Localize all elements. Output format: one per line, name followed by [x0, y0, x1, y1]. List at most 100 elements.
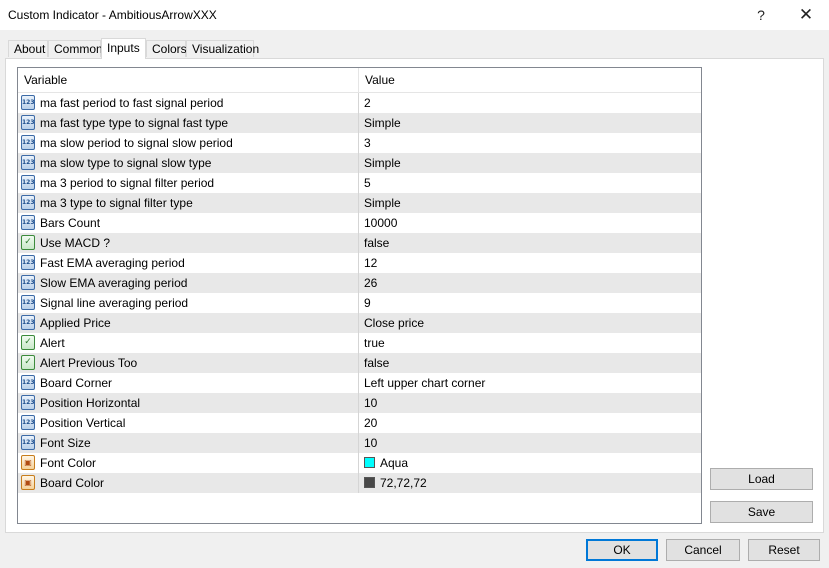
value-cell[interactable]: 10 [359, 393, 701, 413]
numeric-icon: 123 [21, 255, 35, 270]
variable-cell[interactable]: 123 Bars Count [18, 213, 359, 233]
value-cell[interactable]: Left upper chart corner [359, 373, 701, 393]
value-cell[interactable]: Simple [359, 193, 701, 213]
numeric-icon: 123 [21, 95, 35, 110]
load-button[interactable]: Load [710, 468, 813, 490]
table-row[interactable]: 123 Board Corner Left upper chart corner [18, 373, 701, 393]
table-row[interactable]: ✓ Alert Previous Too false [18, 353, 701, 373]
value-cell[interactable]: 3 [359, 133, 701, 153]
numeric-icon: 123 [21, 135, 35, 150]
variable-cell[interactable]: 123 Applied Price [18, 313, 359, 333]
value-cell[interactable]: 2 [359, 93, 701, 113]
variable-label: ma slow period to signal slow period [40, 136, 233, 150]
ok-button[interactable]: OK [586, 539, 658, 561]
table-row[interactable]: 123 Font Size 10 [18, 433, 701, 453]
close-button[interactable]: ✕ [791, 4, 821, 26]
value-text: Simple [364, 116, 401, 130]
table-row[interactable]: 123 Slow EMA averaging period 26 [18, 273, 701, 293]
reset-button[interactable]: Reset [748, 539, 820, 561]
table-row[interactable]: 123 ma slow type to signal slow type Simpl… [18, 153, 701, 173]
variable-cell[interactable]: 123 Board Corner [18, 373, 359, 393]
variable-cell[interactable]: 123 ma fast type type to signal fast type [18, 113, 359, 133]
variable-cell[interactable]: ✓ Alert Previous Too [18, 353, 359, 373]
table-row[interactable]: 123 ma 3 type to signal filter type Simple [18, 193, 701, 213]
value-cell[interactable]: true [359, 333, 701, 353]
variable-cell[interactable]: ▣ Font Color [18, 453, 359, 473]
color-icon: ▣ [21, 455, 35, 470]
numeric-icon: 123 [21, 375, 35, 390]
variable-cell[interactable]: 123 Fast EMA averaging period [18, 253, 359, 273]
table-row[interactable]: 123 ma slow period to signal slow period 3 [18, 133, 701, 153]
tab-inputs[interactable]: Inputs [101, 38, 146, 59]
numeric-icon: 123 [21, 435, 35, 450]
value-cell[interactable]: 12 [359, 253, 701, 273]
table-row[interactable]: 123 ma fast type type to signal fast type… [18, 113, 701, 133]
tab-visualization[interactable]: Visualization [186, 40, 259, 57]
value-cell[interactable]: Close price [359, 313, 701, 333]
color-swatch [364, 477, 375, 488]
variable-cell[interactable]: ✓ Use MACD ? [18, 233, 359, 253]
variable-cell[interactable]: 123 Position Vertical [18, 413, 359, 433]
variable-cell[interactable]: 123 ma 3 type to signal filter type [18, 193, 359, 213]
tab-common[interactable]: Common [48, 40, 103, 57]
variable-cell[interactable]: 123 Font Size [18, 433, 359, 453]
value-cell[interactable]: 26 [359, 273, 701, 293]
table-row[interactable]: 123 Position Vertical 20 [18, 413, 701, 433]
value-cell[interactable]: false [359, 233, 701, 253]
value-cell[interactable]: 5 [359, 173, 701, 193]
variable-label: ma 3 type to signal filter type [40, 196, 193, 210]
column-header-variable[interactable]: Variable [18, 68, 67, 92]
value-cell[interactable]: Aqua [359, 453, 701, 473]
value-text: false [364, 236, 390, 250]
save-button[interactable]: Save [710, 501, 813, 523]
variable-label: ma fast period to fast signal period [40, 96, 224, 110]
variable-label: Alert [40, 336, 65, 350]
variable-label: Applied Price [40, 316, 111, 330]
value-cell[interactable]: 10000 [359, 213, 701, 233]
variable-cell[interactable]: 123 Slow EMA averaging period [18, 273, 359, 293]
tab-colors[interactable]: Colors [146, 40, 187, 57]
numeric-icon: 123 [21, 395, 35, 410]
table-row[interactable]: 123 Applied Price Close price [18, 313, 701, 333]
variable-cell[interactable]: 123 Position Horizontal [18, 393, 359, 413]
table-row[interactable]: 123 Position Horizontal 10 [18, 393, 701, 413]
numeric-icon: 123 [21, 315, 35, 330]
column-header-value[interactable]: Value [359, 68, 395, 92]
value-cell[interactable]: 72,72,72 [359, 473, 701, 493]
help-button[interactable]: ? [746, 4, 776, 26]
value-cell[interactable]: 10 [359, 433, 701, 453]
variable-label: ma fast type type to signal fast type [40, 116, 229, 130]
variable-cell[interactable]: ▣ Board Color [18, 473, 359, 493]
value-cell[interactable]: 9 [359, 293, 701, 313]
variable-cell[interactable]: 123 ma slow period to signal slow period [18, 133, 359, 153]
value-cell[interactable]: 20 [359, 413, 701, 433]
value-text: 10000 [364, 216, 398, 230]
variable-cell[interactable]: 123 ma fast period to fast signal period [18, 93, 359, 113]
numeric-icon: 123 [21, 295, 35, 310]
variable-label: Alert Previous Too [40, 356, 138, 370]
table-row[interactable]: 123 ma fast period to fast signal period 2 [18, 93, 701, 113]
value-text: 10 [364, 396, 378, 410]
table-row[interactable]: 123 Signal line averaging period 9 [18, 293, 701, 313]
variable-cell[interactable]: 123 ma 3 period to signal filter period [18, 173, 359, 193]
variable-cell[interactable]: 123 Signal line averaging period [18, 293, 359, 313]
window-title: Custom Indicator - AmbitiousArrowXXX [8, 8, 217, 22]
table-row[interactable]: ✓ Use MACD ? false [18, 233, 701, 253]
value-cell[interactable]: false [359, 353, 701, 373]
table-row[interactable]: 123 ma 3 period to signal filter period 5 [18, 173, 701, 193]
variable-cell[interactable]: 123 ma slow type to signal slow type [18, 153, 359, 173]
table-row[interactable]: ▣ Font Color Aqua [18, 453, 701, 473]
value-cell[interactable]: Simple [359, 153, 701, 173]
variable-label: Board Color [40, 476, 105, 490]
variable-label: ma 3 period to signal filter period [40, 176, 215, 190]
table-row[interactable]: 123 Bars Count 10000 [18, 213, 701, 233]
table-row[interactable]: ▣ Board Color 72,72,72 [18, 473, 701, 493]
tab-about[interactable]: About [8, 40, 48, 57]
numeric-icon: 123 [21, 155, 35, 170]
variable-label: Position Vertical [40, 416, 126, 430]
table-row[interactable]: 123 Fast EMA averaging period 12 [18, 253, 701, 273]
cancel-button[interactable]: Cancel [666, 539, 740, 561]
variable-cell[interactable]: ✓ Alert [18, 333, 359, 353]
table-row[interactable]: ✓ Alert true [18, 333, 701, 353]
value-cell[interactable]: Simple [359, 113, 701, 133]
